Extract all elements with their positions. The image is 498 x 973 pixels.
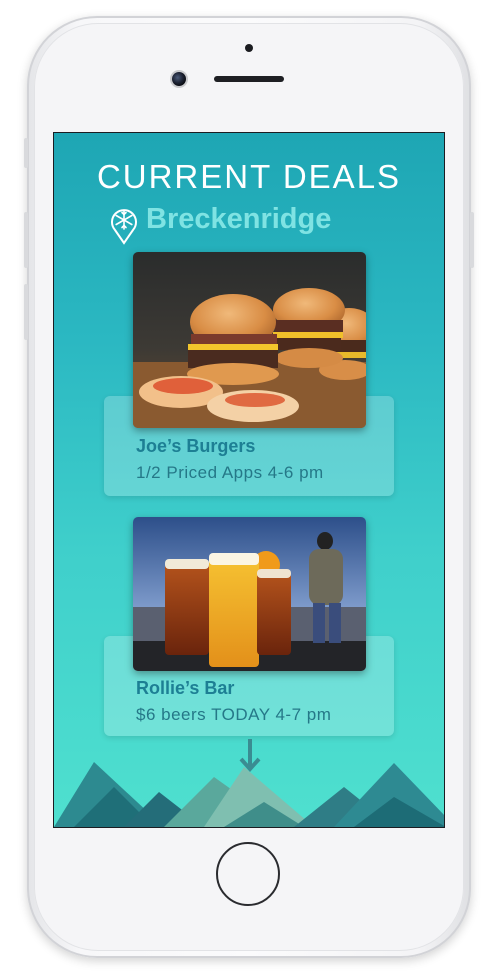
proximity-sensor	[245, 44, 253, 52]
beers-photo[interactable]	[133, 517, 366, 671]
earpiece-speaker	[214, 76, 284, 82]
deal-name: Joe’s Burgers	[136, 436, 256, 456]
snowflake-location-pin-icon	[111, 209, 137, 245]
location-name[interactable]: Breckenridge	[146, 203, 331, 236]
burgers-photo[interactable]	[133, 252, 366, 428]
power-button	[470, 212, 474, 268]
deal-name: Rollie’s Bar	[136, 678, 235, 698]
mute-switch	[24, 138, 28, 168]
front-camera	[172, 72, 186, 86]
home-button[interactable]	[216, 842, 280, 906]
app-screen: CURRENT DEALS Breckenridge Joe’s Burgers…	[53, 132, 445, 828]
deal-description: 1/2 Priced Apps 4-6 pm	[136, 463, 324, 482]
volume-up-button	[24, 212, 28, 268]
page-title: CURRENT DEALS	[96, 158, 402, 195]
deal-description: $6 beers TODAY 4-7 pm	[136, 705, 332, 724]
volume-down-button	[24, 284, 28, 340]
mountains-decoration	[54, 762, 444, 827]
